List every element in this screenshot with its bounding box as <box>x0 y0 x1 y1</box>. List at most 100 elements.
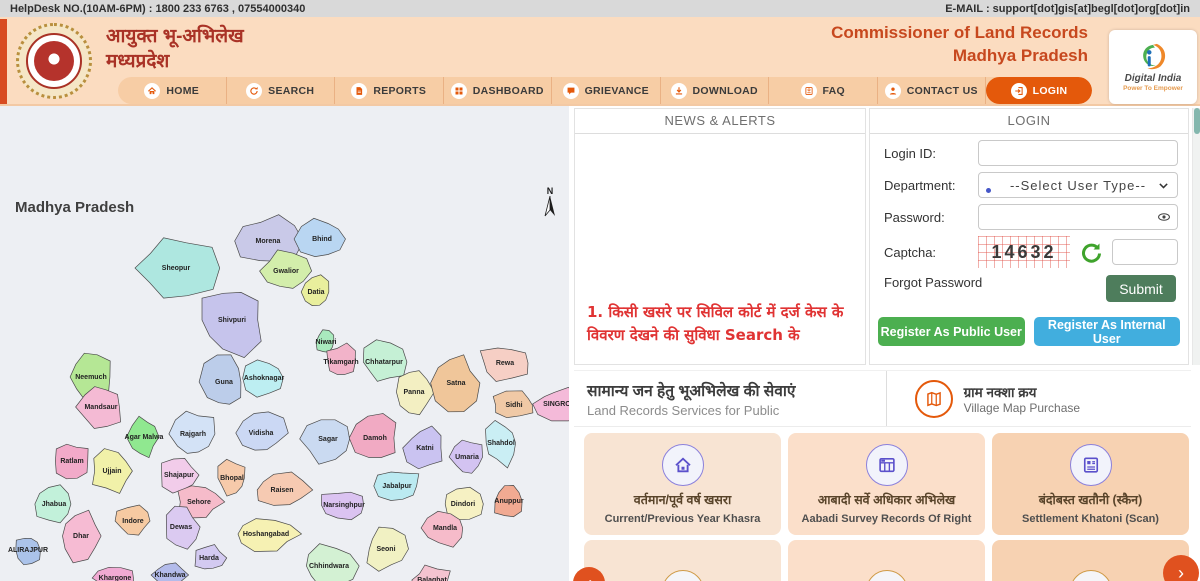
services-title-english: Land Records Services for Public <box>587 403 886 418</box>
village-map-icon <box>915 380 953 418</box>
district-label: Jabalpur <box>382 483 411 490</box>
nav-download[interactable]: DOWNLOAD <box>661 77 770 104</box>
district-label: Gwalior <box>273 268 299 275</box>
carousel-next-button[interactable]: › <box>1163 555 1199 581</box>
reports-icon <box>351 83 367 99</box>
service-cards-row2 <box>584 540 1189 581</box>
service-card-settlement-khatoni-scan-[interactable]: बंदोबस्त खतौनी (स्कैन)Settlement Khatoni… <box>992 433 1189 535</box>
north-arrow-icon: N <box>544 186 556 223</box>
service-cards-row1: वर्तमान/पूर्व वर्ष खसराCurrent/Previous … <box>584 433 1189 535</box>
password-label: Password: <box>884 210 978 225</box>
department-select[interactable]: --Select User Type-- <box>978 172 1178 198</box>
home-icon <box>144 83 160 99</box>
download-icon <box>671 83 687 99</box>
page-title: Commissioner of Land Records Madhya Prad… <box>831 22 1088 68</box>
required-dot <box>986 188 991 193</box>
nav-label: FAQ <box>823 85 846 97</box>
services-header: सामान्य जन हेतु भूअभिलेख की सेवाएं Land … <box>574 370 1191 427</box>
district-label: Chhindwara <box>309 563 349 570</box>
forgot-password-link[interactable]: Forgot Password <box>884 275 982 290</box>
search-icon <box>246 83 262 99</box>
password-input[interactable] <box>978 204 1178 230</box>
header-accent-strip <box>0 19 7 104</box>
district-label: Sagar <box>318 436 338 443</box>
district-label: Dewas <box>170 524 192 531</box>
village-map-purchase[interactable]: ग्राम नक्शा क्रय Village Map Purchase <box>887 371 1191 426</box>
district-label: Vidisha <box>249 430 274 437</box>
news-item[interactable]: 1. किसी खसरे पर सिविल कोर्ट में दर्ज केस… <box>587 301 855 348</box>
nav-reports[interactable]: REPORTS <box>335 77 444 104</box>
digital-india-logo: Digital India Power To Empower <box>1109 30 1197 104</box>
district-label: Mandsaur <box>84 404 117 411</box>
map-panel: Madhya Pradesh N SheopurMorenaBhindGwali… <box>0 106 572 581</box>
eye-icon[interactable] <box>1157 210 1171 224</box>
district-label: Rewa <box>496 360 514 367</box>
khasra-home-icon <box>662 444 704 486</box>
login-id-input[interactable] <box>978 140 1178 166</box>
login-id-label: Login ID: <box>884 146 978 161</box>
register-internal-user-button[interactable]: Register As Internal User <box>1034 317 1181 346</box>
captcha-refresh-icon[interactable] <box>1080 241 1102 263</box>
nav-grievance[interactable]: GRIEVANCE <box>552 77 661 104</box>
helpdesk-text: HelpDesk NO.(10AM-6PM) : 1800 233 6763 ,… <box>10 3 305 15</box>
district-label: Rajgarh <box>180 431 206 438</box>
card-label-english: Current/Previous Year Khasra <box>605 513 761 525</box>
district-label: Morena <box>256 238 281 245</box>
register-public-user-button[interactable]: Register As Public User <box>878 317 1025 346</box>
nav-faq[interactable]: FAQ <box>769 77 878 104</box>
district-label: Hoshangabad <box>243 531 289 538</box>
captcha-image: 14632 <box>978 236 1070 268</box>
service-card-aabadi-survey-records-of-right[interactable]: आबादी सर्वे अधिकार अभिलेखAabadi Survey R… <box>788 433 985 535</box>
district-label: Khandwa <box>154 572 185 579</box>
district-label: Datia <box>307 289 324 296</box>
district-label: Ratlam <box>60 458 83 465</box>
mp-state-emblem-logo <box>16 23 92 99</box>
district-label: Dindori <box>451 501 476 508</box>
district-label: Bhind <box>312 236 332 243</box>
district-label: Sidhi <box>505 402 522 409</box>
nav-dashboard[interactable]: DASHBOARD <box>444 77 553 104</box>
nav-home[interactable]: HOME <box>118 77 227 104</box>
grievance-icon <box>563 83 579 99</box>
service-card-current-previous-year-khasra[interactable]: वर्तमान/पूर्व वर्ष खसराCurrent/Previous … <box>584 433 781 535</box>
district-label: Harda <box>199 555 219 562</box>
news-panel-title: NEWS & ALERTS <box>575 109 865 134</box>
card-label-english: Aabadi Survey Records Of Right <box>802 513 972 525</box>
district-label: Khargone <box>99 575 132 581</box>
nav-contact-us[interactable]: CONTACT US <box>878 77 987 104</box>
nav-label: GRIEVANCE <box>585 85 649 97</box>
district-label: Ashoknagar <box>244 375 285 382</box>
map-title: Madhya Pradesh <box>15 199 134 216</box>
district-label: Anuppur <box>494 498 523 505</box>
scrollbar-thumb[interactable] <box>1194 108 1200 134</box>
scrollbar[interactable] <box>1192 108 1200 365</box>
district-label: Satna <box>446 380 465 387</box>
district-shivpuri[interactable] <box>202 292 261 357</box>
login-icon <box>1011 83 1027 99</box>
digital-india-icon <box>1138 42 1168 72</box>
chevron-down-icon <box>1157 179 1170 192</box>
contact-icon <box>885 83 901 99</box>
department-label: Department: <box>884 178 978 193</box>
madhya-pradesh-district-map[interactable]: SheopurMorenaBhindGwaliorDatiaShivpuriNi… <box>0 106 572 581</box>
service-card-row2-3[interactable] <box>992 540 1189 581</box>
main-nav: HOMESEARCH REPORTS DASHBOARD GRIEVANCE DOWNL… <box>118 77 1092 104</box>
submit-button[interactable]: Submit <box>1106 275 1176 302</box>
email-text: E-MAIL : support[dot]gis[at]begl[dot]org… <box>945 3 1190 15</box>
district-label: Jhabua <box>42 501 67 508</box>
nav-label: DOWNLOAD <box>693 85 758 97</box>
district-label: Indore <box>122 518 143 525</box>
faq-icon <box>801 83 817 99</box>
district-label: Umaria <box>455 454 479 461</box>
nav-label: REPORTS <box>373 85 426 97</box>
top-info-bar: HelpDesk NO.(10AM-6PM) : 1800 233 6763 ,… <box>0 0 1200 17</box>
district-label: Raisen <box>271 487 294 494</box>
services-title-hindi: सामान्य जन हेतु भूअभिलेख की सेवाएं <box>587 379 886 401</box>
service-card-row2-2[interactable] <box>788 540 985 581</box>
nav-login[interactable]: LOGIN <box>986 77 1092 104</box>
nav-search[interactable]: SEARCH <box>227 77 336 104</box>
card-label-hindi: बंदोबस्त खतौनी (स्कैन) <box>1039 491 1143 508</box>
captcha-input[interactable] <box>1112 239 1178 265</box>
right-column: NEWS & ALERTS 1. किसी खसरे पर सिविल कोर्… <box>572 106 1200 581</box>
service-card-row2-1[interactable] <box>584 540 781 581</box>
